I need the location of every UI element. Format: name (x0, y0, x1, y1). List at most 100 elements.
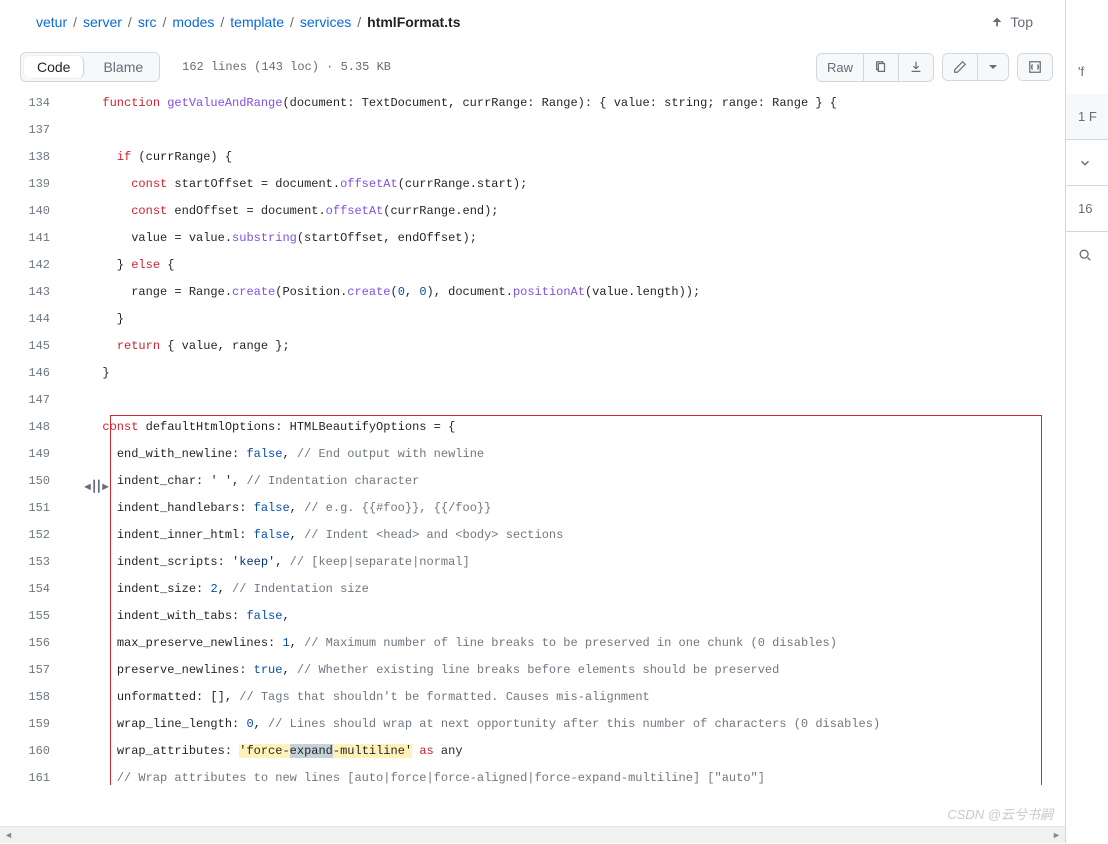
arrow-up-icon (990, 15, 1004, 29)
symbols-button[interactable] (1018, 54, 1052, 80)
code-area[interactable]: 134 function getValueAndRange(document: … (0, 90, 1065, 785)
code-line: 157 preserve_newlines: true, // Whether … (0, 657, 1065, 684)
line-number[interactable]: 143 (0, 279, 70, 306)
code-content[interactable]: max_preserve_newlines: 1, // Maximum num… (70, 630, 1065, 657)
breadcrumb-link[interactable]: src (138, 14, 157, 30)
line-number[interactable]: 139 (0, 171, 70, 198)
line-number[interactable]: 149 (0, 441, 70, 468)
code-content[interactable]: indent_handlebars: false, // e.g. {{#foo… (70, 495, 1065, 522)
code-line: 151 indent_handlebars: false, // e.g. {{… (0, 495, 1065, 522)
copy-button[interactable] (863, 54, 898, 81)
code-line: 148 const defaultHtmlOptions: HTMLBeauti… (0, 414, 1065, 441)
scroll-right-icon[interactable]: ► (1048, 827, 1065, 844)
code-content[interactable]: const startOffset = document.offsetAt(cu… (70, 171, 1065, 198)
breadcrumb-link[interactable]: vetur (36, 14, 67, 30)
line-number[interactable]: 155 (0, 603, 70, 630)
download-button[interactable] (898, 54, 933, 81)
breadcrumb-current: htmlFormat.ts (367, 14, 460, 30)
code-content[interactable]: } (70, 360, 1065, 387)
code-content[interactable]: if (currRange) { (70, 144, 1065, 171)
line-number[interactable]: 157 (0, 657, 70, 684)
line-number[interactable]: 161 (0, 765, 70, 785)
raw-group: Raw (816, 53, 934, 82)
code-line: 161 // Wrap attributes to new lines [aut… (0, 765, 1065, 785)
code-content[interactable]: const endOffset = document.offsetAt(curr… (70, 198, 1065, 225)
code-content[interactable] (70, 117, 1065, 144)
code-content[interactable]: preserve_newlines: true, // Whether exis… (70, 657, 1065, 684)
top-button[interactable]: Top (990, 14, 1049, 30)
line-number[interactable]: 159 (0, 711, 70, 738)
code-line: 139 const startOffset = document.offsetA… (0, 171, 1065, 198)
code-content[interactable]: indent_scripts: 'keep', // [keep|separat… (70, 549, 1065, 576)
panel-line[interactable]: 16 (1066, 186, 1108, 232)
line-number[interactable]: 152 (0, 522, 70, 549)
code-line: 159 wrap_line_length: 0, // Lines should… (0, 711, 1065, 738)
line-number[interactable]: 154 (0, 576, 70, 603)
chevron-down-icon (1078, 156, 1092, 170)
code-line: 152 indent_inner_html: false, // Indent … (0, 522, 1065, 549)
breadcrumb: vetur/ server/ src/ modes/ template/ ser… (0, 0, 1065, 44)
line-number[interactable]: 145 (0, 333, 70, 360)
code-content[interactable]: value = value.substring(startOffset, end… (70, 225, 1065, 252)
horizontal-scrollbar[interactable]: ◄ ► (0, 826, 1065, 843)
code-content[interactable]: const defaultHtmlOptions: HTMLBeautifyOp… (70, 414, 1065, 441)
code-line: 138 if (currRange) { (0, 144, 1065, 171)
line-number[interactable]: 141 (0, 225, 70, 252)
panel-cutoff-1: 'f (1066, 48, 1108, 94)
line-number[interactable]: 146 (0, 360, 70, 387)
line-number[interactable]: 156 (0, 630, 70, 657)
edit-dropdown[interactable] (977, 54, 1008, 80)
code-content[interactable]: // Wrap attributes to new lines [auto|fo… (70, 765, 1065, 785)
code-content[interactable]: end_with_newline: false, // End output w… (70, 441, 1065, 468)
line-number[interactable]: 158 (0, 684, 70, 711)
code-line: 154 indent_size: 2, // Indentation size (0, 576, 1065, 603)
code-line: 137 (0, 117, 1065, 144)
code-content[interactable]: indent_size: 2, // Indentation size (70, 576, 1065, 603)
tab-code[interactable]: Code (24, 56, 84, 78)
code-content[interactable]: unformatted: [], // Tags that shouldn't … (70, 684, 1065, 711)
raw-button[interactable]: Raw (817, 54, 863, 81)
code-line: 155 indent_with_tabs: false, (0, 603, 1065, 630)
code-line: 146 } (0, 360, 1065, 387)
line-number[interactable]: 138 (0, 144, 70, 171)
code-content[interactable] (70, 387, 1065, 414)
line-number[interactable]: 137 (0, 117, 70, 144)
line-number[interactable]: 144 (0, 306, 70, 333)
code-content[interactable]: range = Range.create(Position.create(0, … (70, 279, 1065, 306)
code-content[interactable]: indent_with_tabs: false, (70, 603, 1065, 630)
edit-button[interactable] (943, 54, 977, 80)
code-content[interactable]: wrap_attributes: 'force-expand-multiline… (70, 738, 1065, 765)
code-content[interactable]: indent_char: ' ', // Indentation charact… (70, 468, 1065, 495)
code-content[interactable]: } (70, 306, 1065, 333)
toolbar: Code Blame 162 lines (143 loc) · 5.35 KB… (0, 44, 1065, 90)
code-content[interactable]: } else { (70, 252, 1065, 279)
code-line: 143 range = Range.create(Position.create… (0, 279, 1065, 306)
panel-references[interactable]: 1 F (1066, 94, 1108, 140)
breadcrumb-link[interactable]: modes (172, 14, 214, 30)
line-number[interactable]: 134 (0, 90, 70, 117)
line-number[interactable]: 153 (0, 549, 70, 576)
code-content[interactable]: wrap_line_length: 0, // Lines should wra… (70, 711, 1065, 738)
download-icon (909, 60, 923, 74)
line-number[interactable]: 160 (0, 738, 70, 765)
line-number[interactable]: 140 (0, 198, 70, 225)
watermark: CSDN @云兮书嗣 (947, 804, 1053, 823)
line-number[interactable]: 142 (0, 252, 70, 279)
scroll-left-icon[interactable]: ◄ (0, 827, 17, 844)
code-line: 142 } else { (0, 252, 1065, 279)
breadcrumb-link[interactable]: services (300, 14, 351, 30)
file-info: 162 lines (143 loc) · 5.35 KB (182, 60, 391, 74)
panel-search[interactable] (1066, 232, 1108, 278)
code-content[interactable]: return { value, range }; (70, 333, 1065, 360)
breadcrumb-link[interactable]: server (83, 14, 122, 30)
code-content[interactable]: function getValueAndRange(document: Text… (70, 90, 1065, 117)
panel-collapse[interactable] (1066, 140, 1108, 186)
line-number[interactable]: 148 (0, 414, 70, 441)
line-number[interactable]: 147 (0, 387, 70, 414)
tab-blame[interactable]: Blame (87, 53, 159, 81)
code-line: 158 unformatted: [], // Tags that should… (0, 684, 1065, 711)
breadcrumb-link[interactable]: template (230, 14, 284, 30)
line-number[interactable]: 151 (0, 495, 70, 522)
code-content[interactable]: indent_inner_html: false, // Indent <hea… (70, 522, 1065, 549)
line-number[interactable]: 150 (0, 468, 70, 495)
